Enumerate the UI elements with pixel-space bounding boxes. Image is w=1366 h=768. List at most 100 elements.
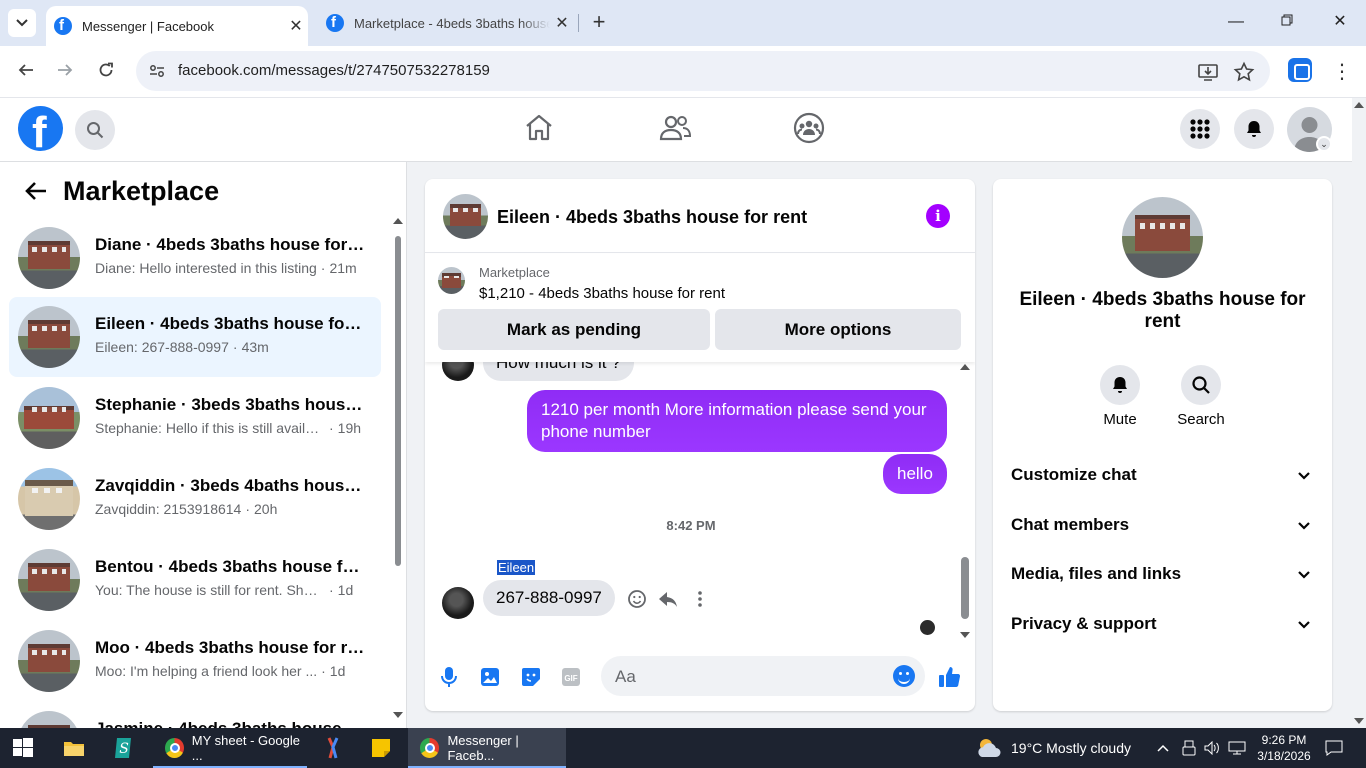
notifications-button[interactable] [1234, 109, 1274, 149]
outgoing-message: 1210 per month More information please s… [527, 390, 947, 452]
attach-photo-button[interactable] [478, 665, 502, 689]
tab-search-button[interactable] [8, 9, 36, 37]
chevron-down-icon [1298, 571, 1310, 579]
search-in-conversation-button[interactable]: Search [1171, 365, 1231, 428]
chat-members-row[interactable]: Chat members [993, 505, 1332, 545]
react-icon[interactable] [626, 588, 648, 610]
windows-taskbar: S MY sheet - Google ... Messenger | Face… [0, 728, 1366, 768]
close-tab-icon[interactable]: ✕ [284, 16, 308, 36]
message-input[interactable]: Aa [601, 656, 925, 696]
weather-text: 19°C Mostly cloudy [1011, 740, 1131, 756]
conversation-title[interactable]: Eileen · 4beds 3baths house for rent [497, 207, 807, 228]
tab-title: Marketplace - 4beds 3baths house for ren… [354, 15, 550, 31]
conversation-info-panel: Eileen · 4beds 3baths house for rent Mut… [993, 179, 1332, 711]
taskbar-app-messenger[interactable]: Messenger | Faceb... [408, 728, 566, 768]
tab-messenger[interactable]: Messenger | Facebook ✕ [46, 6, 308, 46]
network-button[interactable] [1228, 728, 1246, 768]
vertical-dots-icon [698, 591, 702, 607]
emoji-icon[interactable] [893, 665, 915, 687]
sender-avatar[interactable] [442, 587, 474, 619]
gif-button[interactable]: GIF [559, 665, 583, 689]
customize-chat-row[interactable]: Customize chat [993, 455, 1332, 495]
info-icon[interactable]: i [926, 204, 950, 228]
conversation-item[interactable]: Zavqiddin · 3beds 4baths house for rent … [9, 459, 381, 539]
conversation-avatar[interactable] [443, 194, 488, 239]
close-window-button[interactable]: ✕ [1320, 8, 1360, 36]
arrow-right-icon [58, 64, 73, 76]
conversation-item[interactable]: Stephanie · 3beds 3baths house for rent … [9, 378, 381, 458]
listing-title[interactable]: $1,210 - 4beds 3baths house for rent [479, 285, 725, 302]
menu-button[interactable] [1180, 109, 1220, 149]
sticker-button[interactable] [519, 665, 543, 689]
message-scrollbar[interactable] [958, 362, 972, 640]
conversation-avatar-large[interactable] [1122, 197, 1203, 278]
home-nav-button[interactable] [523, 112, 555, 144]
reload-button[interactable] [92, 58, 120, 86]
system-clock[interactable]: 9:26 PM 3/18/2026 [1254, 732, 1314, 764]
chat-list-scrollbar[interactable] [393, 218, 403, 718]
privacy-support-row[interactable]: Privacy & support [993, 604, 1332, 644]
conversation-item-selected[interactable]: Eileen · 4beds 3baths house for rent Eil… [9, 297, 381, 377]
close-tab-icon[interactable]: ✕ [550, 13, 574, 33]
address-bar[interactable]: facebook.com/messages/t/2747507532278159 [136, 51, 1270, 91]
bookmark-star-icon[interactable] [1233, 61, 1255, 83]
conversation-snippet: Moo: I'm helping a friend look her ... · 1… [95, 663, 346, 679]
page-scrollbar[interactable] [1352, 98, 1366, 728]
mute-label: Mute [1103, 411, 1137, 428]
conversation-item[interactable]: Diane · 4beds 3baths house for rent Dian… [9, 218, 381, 298]
file-explorer-button[interactable] [63, 728, 85, 768]
search-button[interactable] [75, 110, 115, 150]
photo-icon [481, 668, 499, 686]
app-s-button[interactable]: S [114, 728, 134, 768]
forward-button[interactable] [51, 58, 79, 86]
minimize-button[interactable]: — [1216, 8, 1256, 36]
back-arrow-icon[interactable] [24, 179, 48, 203]
conversation-name: Eileen · 4beds 3baths house for rent [95, 314, 365, 333]
friends-icon [659, 115, 691, 141]
notification-center-button[interactable] [1325, 728, 1343, 768]
install-app-icon[interactable] [1197, 61, 1219, 83]
back-button[interactable] [12, 58, 40, 86]
taskbar-app-sheets[interactable]: MY sheet - Google ... [153, 728, 307, 768]
conversation-snippet: Eileen: 267-888-0997 · 43m [95, 339, 269, 355]
show-hidden-icons-button[interactable] [1157, 728, 1169, 768]
message-composer: GIF Aa [425, 651, 975, 707]
voice-clip-button[interactable] [437, 665, 461, 689]
start-button[interactable] [13, 728, 33, 768]
conversation-item[interactable]: Bentou · 4beds 3baths house for rent You… [9, 540, 381, 620]
facebook-logo-icon[interactable]: f [18, 106, 63, 151]
app-tool-button[interactable] [323, 728, 343, 768]
listing-thumbnail [18, 468, 80, 530]
media-files-links-row[interactable]: Media, files and links [993, 554, 1332, 594]
listing-thumbnail[interactable] [438, 267, 465, 294]
reply-arrow-icon [659, 592, 677, 607]
new-tab-button[interactable]: + [586, 10, 612, 36]
tab-marketplace[interactable]: Marketplace - 4beds 3baths house for ren… [318, 6, 574, 40]
conversation-snippet: Zavqiddin: 2153918614 · 20h [95, 501, 278, 517]
url-text: facebook.com/messages/t/2747507532278159 [178, 62, 490, 79]
conversation-item[interactable]: Moo · 4beds 3baths house for rent Moo: I… [9, 621, 381, 701]
account-chevron-icon[interactable]: ⌄ [1316, 136, 1332, 152]
extension-icon[interactable] [1288, 58, 1312, 82]
mute-button[interactable]: Mute [1090, 365, 1150, 428]
groups-nav-button[interactable] [793, 112, 825, 144]
volume-button[interactable] [1204, 728, 1220, 768]
site-settings-icon[interactable] [148, 62, 166, 80]
browser-menu-icon[interactable]: ⋮ [1330, 58, 1354, 86]
sender-avatar[interactable] [442, 362, 474, 381]
weather-widget[interactable]: 19°C Mostly cloudy [975, 728, 1131, 768]
sticky-notes-button[interactable] [371, 728, 391, 768]
row-label: Media, files and links [1011, 564, 1182, 583]
like-button[interactable] [938, 665, 962, 689]
mark-as-pending-button[interactable]: Mark as pending [438, 309, 710, 350]
conversation-item[interactable]: Jasmine · 4beds 3baths house for rent [9, 702, 381, 728]
message-input-placeholder: Aa [615, 667, 636, 686]
more-actions-icon[interactable] [689, 588, 711, 610]
restore-button[interactable] [1267, 8, 1307, 36]
friends-nav-button[interactable] [659, 112, 691, 144]
tray-device-icon[interactable] [1182, 728, 1196, 768]
conversation-panel: Eileen · 4beds 3baths house for rent i M… [425, 179, 975, 711]
more-options-button[interactable]: More options [715, 309, 961, 350]
reply-icon[interactable] [657, 588, 679, 610]
listing-thumbnail [18, 227, 80, 289]
